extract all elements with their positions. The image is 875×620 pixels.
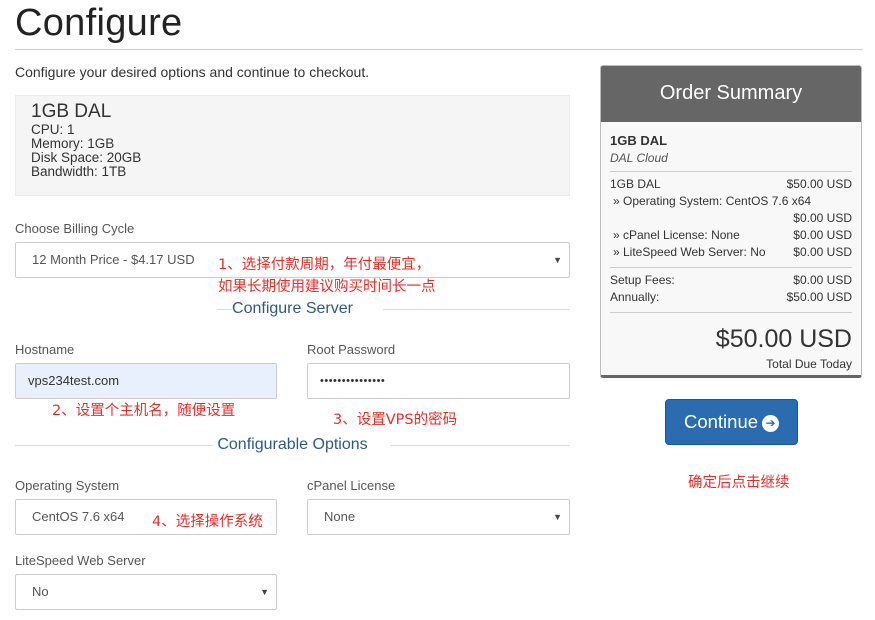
root-password-label: Root Password (307, 342, 396, 357)
summary-line-litespeed: » LiteSpeed Web Server: No $0.00 USD (610, 244, 852, 261)
chevron-down-icon: ▼ (260, 587, 269, 597)
summary-line-price: $0.00 USD (793, 245, 852, 259)
litespeed-select[interactable]: No ▼ (15, 574, 277, 610)
os-value: CentOS 7.6 x64 (32, 509, 125, 524)
os-label: Operating System (15, 478, 120, 493)
cpanel-license-label: cPanel License (307, 478, 396, 493)
order-summary-body: 1GB DAL DAL Cloud 1GB DAL $50.00 USD » O… (601, 122, 861, 371)
summary-setup-label: Setup Fees: (610, 273, 675, 287)
litespeed-label: LiteSpeed Web Server (15, 553, 146, 568)
summary-annually: Annually: $50.00 USD (610, 289, 852, 306)
summary-divider (610, 267, 852, 268)
chevron-down-icon: ▼ (553, 255, 562, 265)
summary-line-label: » LiteSpeed Web Server: No (613, 245, 766, 259)
order-summary-title: Order Summary (601, 66, 861, 122)
hostname-field[interactable]: vps234test.com (15, 363, 277, 399)
annotation-os: 4、选择操作系统 (152, 514, 263, 530)
annotation-continue: 确定后点击继续 (688, 475, 790, 491)
annotation-password: 3、设置VPS的密码 (333, 412, 458, 428)
product-info-panel: 1GB DAL CPU: 1 Memory: 1GB Disk Space: 2… (15, 95, 570, 196)
summary-annual-label: Annually: (610, 290, 660, 304)
section-title-configure-server: Configure Server (232, 300, 353, 317)
summary-line-label: 1GB DAL (610, 177, 661, 191)
product-spec-bandwidth: Bandwidth: 1TB (31, 164, 127, 179)
section-configurable-options: Configurable Options (15, 436, 570, 456)
title-divider (15, 49, 863, 50)
cpanel-license-value: None (324, 509, 356, 524)
litespeed-value: No (32, 584, 49, 599)
summary-line-label: » cPanel License: None (613, 228, 740, 242)
summary-total: $50.00 USD (715, 325, 852, 353)
summary-line-cpanel: » cPanel License: None $0.00 USD (610, 227, 852, 244)
annotation-billing-line2: 如果长期使用建议购买时间长一点 (218, 279, 436, 295)
summary-setup-value: $0.00 USD (793, 273, 852, 287)
annotation-billing-line1: 1、选择付款周期，年付最便宜， (218, 257, 431, 273)
annotation-hostname: 2、设置个主机名，随便设置 (52, 403, 236, 419)
summary-line-price: $0.00 USD (793, 211, 852, 225)
summary-product-group: DAL Cloud (610, 151, 668, 165)
continue-button[interactable]: Continue ➔ (665, 399, 798, 445)
summary-line-os: » Operating System: CentOS 7.6 x64 (610, 193, 852, 210)
summary-divider (610, 312, 852, 313)
summary-line-price: $50.00 USD (786, 177, 852, 191)
summary-product-name: 1GB DAL (610, 133, 668, 148)
product-spec-cpu: CPU: 1 (31, 122, 75, 137)
root-password-field[interactable]: ••••••••••••••• (307, 363, 570, 399)
cpanel-license-select[interactable]: None ▼ (307, 499, 570, 535)
summary-line-price: $0.00 USD (793, 228, 852, 242)
arrow-circle-right-icon: ➔ (762, 415, 780, 432)
continue-button-label: Continue (683, 411, 759, 432)
product-name: 1GB DAL (31, 101, 112, 122)
page-title: Configure (15, 2, 183, 44)
summary-line-product: 1GB DAL $50.00 USD (610, 176, 852, 193)
product-spec-disk: Disk Space: 20GB (31, 150, 142, 165)
hostname-label: Hostname (15, 342, 75, 357)
summary-annual-value: $50.00 USD (786, 290, 852, 304)
summary-total-label: Total Due Today (766, 357, 852, 371)
chevron-down-icon: ▼ (553, 512, 562, 522)
order-summary-panel: Order Summary 1GB DAL DAL Cloud 1GB DAL … (600, 65, 862, 378)
product-spec-memory: Memory: 1GB (31, 136, 115, 151)
page-intro: Configure your desired options and conti… (15, 64, 370, 80)
summary-line-label: » Operating System: CentOS 7.6 x64 (613, 194, 812, 208)
billing-cycle-label: Choose Billing Cycle (15, 221, 135, 236)
summary-setup-fees: Setup Fees: $0.00 USD (610, 272, 852, 289)
billing-cycle-value: 12 Month Price - $4.17 USD (32, 252, 195, 267)
section-title-configurable-options: Configurable Options (217, 436, 368, 453)
section-configure-server: Configure Server (15, 300, 570, 320)
summary-divider (610, 171, 852, 172)
